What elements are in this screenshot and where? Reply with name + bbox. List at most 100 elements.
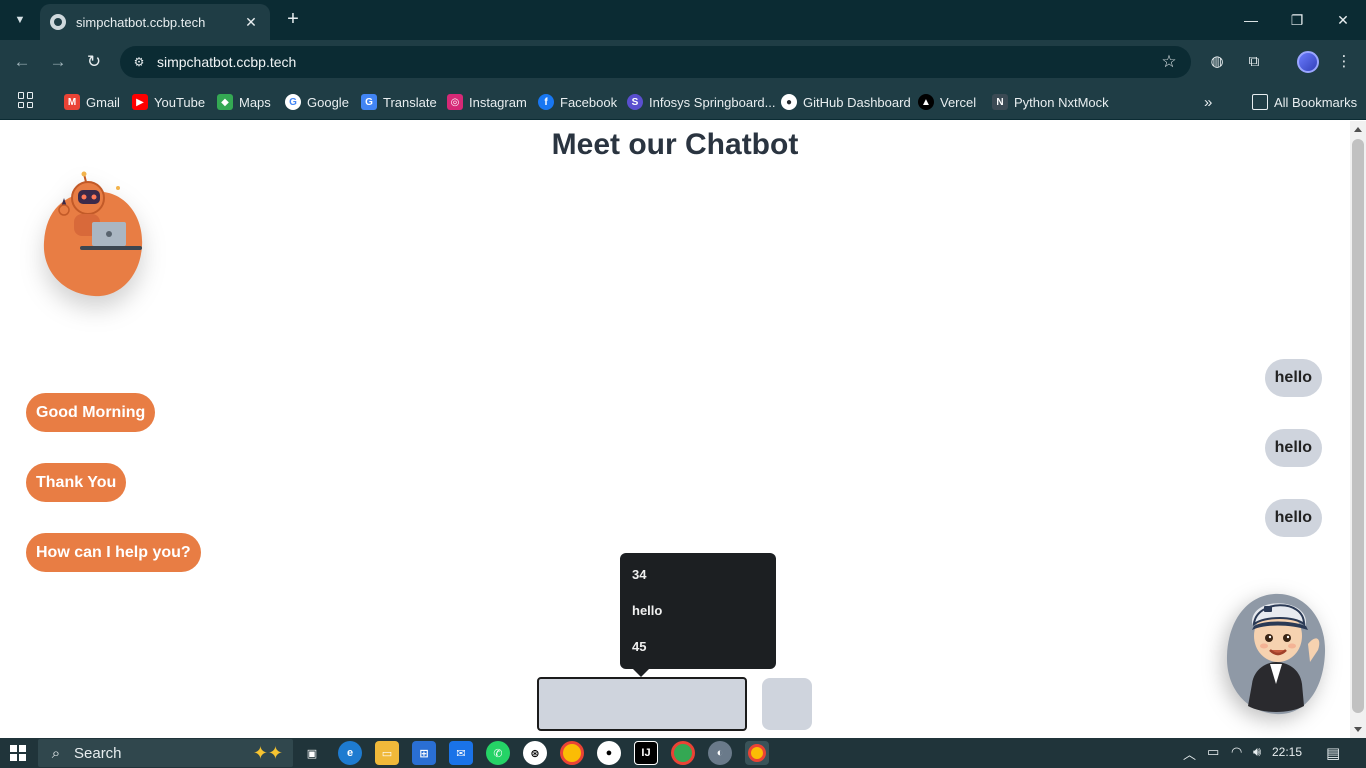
restore-icon[interactable]: ❐ xyxy=(1274,0,1320,40)
extensions-puzzle-icon[interactable]: ⧉ xyxy=(1243,51,1265,73)
whatsapp-icon[interactable]: ✆ xyxy=(486,741,510,765)
minimize-icon[interactable]: — xyxy=(1228,0,1274,40)
bookmark-label: Python NxtMock xyxy=(1014,94,1109,110)
all-bookmarks-label: All Bookmarks xyxy=(1274,94,1358,110)
bot-message: Thank You xyxy=(26,463,127,502)
bookmark-label: Facebook xyxy=(560,94,618,110)
menu-dots-icon[interactable]: ⋮ xyxy=(1333,51,1355,73)
all-bookmarks[interactable]: All Bookmarks xyxy=(1252,92,1357,112)
windows-start-icon[interactable] xyxy=(10,745,26,761)
scroll-up-arrow-icon[interactable] xyxy=(1354,127,1362,132)
bookmark-infosys[interactable]: S Infosys Springboard... xyxy=(627,92,775,112)
profile-avatar[interactable] xyxy=(1297,51,1319,73)
back-arrow-icon[interactable]: ← xyxy=(10,50,34,74)
bookmark-label: Gmail xyxy=(86,94,120,110)
send-button[interactable] xyxy=(762,678,812,730)
user-message: hello xyxy=(1264,499,1322,537)
bookmarks-bar: M Gmail ▶ YouTube ◆ Maps G Google G Tran… xyxy=(0,84,1366,120)
file-explorer-icon[interactable]: ▭ xyxy=(375,741,399,765)
bookmark-gmail[interactable]: M Gmail xyxy=(64,92,120,112)
bookmark-instagram[interactable]: ◎ Instagram xyxy=(447,92,527,112)
taskbar-search[interactable]: ⌕ Search ✦✦ xyxy=(38,739,293,767)
translate-icon: G xyxy=(361,94,377,110)
tray-chevron-icon[interactable]: ︿ xyxy=(1183,744,1196,763)
battery-icon[interactable]: ▭ xyxy=(1207,744,1219,760)
user-message: hello xyxy=(1264,359,1322,397)
windows-taskbar: ⌕ Search ✦✦ ▣ e ▭ ⊞ ✉ ✆ ⊛ ● IJ ◐ ︿ ▭ ◠ 🔊… xyxy=(0,738,1366,768)
search-icon: ⌕ xyxy=(51,744,61,762)
bookmark-vercel[interactable]: ▲ Vercel xyxy=(918,92,976,112)
apps-grid-icon[interactable] xyxy=(18,92,34,108)
infosys-springboard-icon: S xyxy=(627,94,643,110)
bookmark-label: Infosys Springboard... xyxy=(649,94,776,110)
edge-icon[interactable]: e xyxy=(338,741,362,765)
more-bookmarks-chevron-icon[interactable]: » xyxy=(1204,92,1212,112)
scroll-thumb[interactable] xyxy=(1352,139,1364,713)
user-message: hello xyxy=(1264,429,1322,467)
notifications-icon[interactable]: ▤ xyxy=(1326,744,1340,762)
tab-title: simpchatbot.ccbp.tech xyxy=(76,14,206,30)
bookmark-facebook[interactable]: f Facebook xyxy=(538,92,617,112)
chatbot-robot-avatar xyxy=(43,171,143,297)
task-view-icon[interactable]: ▣ xyxy=(300,741,324,765)
browser-tab[interactable]: simpchatbot.ccbp.tech ✕ xyxy=(40,4,270,40)
window-close-icon[interactable]: ✕ xyxy=(1320,0,1366,40)
nxtmock-icon: N xyxy=(992,94,1008,110)
autocomplete-dropdown: 34 hello 45 xyxy=(620,553,776,677)
bookmark-python-nxtmock[interactable]: N Python NxtMock xyxy=(992,92,1109,112)
chrome-profile-icon[interactable] xyxy=(671,741,695,765)
browser-toolbar: ← → ↻ ⚙ simpchatbot.ccbp.tech ☆ ◍ ⧉ ⋮ xyxy=(0,40,1366,84)
tab-search-chevron-icon[interactable]: ▼ xyxy=(8,8,32,32)
bookmark-youtube[interactable]: ▶ YouTube xyxy=(132,92,205,112)
bookmark-label: Vercel xyxy=(940,94,977,110)
google-icon: G xyxy=(285,94,301,110)
bookmark-github[interactable]: ● GitHub Dashboard xyxy=(781,92,911,112)
message-input[interactable] xyxy=(537,677,747,731)
taskbar-search-label: Search xyxy=(74,744,122,762)
chatgpt-icon[interactable]: ⊛ xyxy=(523,741,547,765)
bot-message: How can I help you? xyxy=(26,533,201,572)
close-tab-icon[interactable]: ✕ xyxy=(242,14,260,31)
intellij-icon[interactable]: IJ xyxy=(634,741,658,765)
reload-icon[interactable]: ↻ xyxy=(82,50,106,74)
site-info-icon[interactable]: ⚙ xyxy=(128,51,150,73)
forward-arrow-icon[interactable]: → xyxy=(46,50,70,74)
dropdown-pointer xyxy=(632,668,650,677)
facebook-icon: f xyxy=(538,94,554,110)
wifi-icon[interactable]: ◠ xyxy=(1231,744,1242,760)
site-favicon-icon xyxy=(50,14,66,30)
bookmark-maps[interactable]: ◆ Maps xyxy=(217,92,271,112)
github-desktop-icon[interactable]: ● xyxy=(597,741,621,765)
bookmark-label: Maps xyxy=(239,94,271,110)
user-boy-avatar xyxy=(1226,593,1326,715)
volume-icon[interactable]: 🔊︎ xyxy=(1253,744,1261,760)
globe-icon[interactable]: ◍ xyxy=(1206,51,1228,73)
bookmark-star-icon[interactable]: ☆ xyxy=(1157,52,1181,72)
tab-strip: ▼ simpchatbot.ccbp.tech ✕ + — ❐ ✕ xyxy=(0,0,1366,40)
vercel-icon: ▲ xyxy=(918,94,934,110)
bookmark-google[interactable]: G Google xyxy=(285,92,349,112)
github-icon: ● xyxy=(781,94,797,110)
new-tab-plus-icon[interactable]: + xyxy=(282,8,304,30)
bookmark-translate[interactable]: G Translate xyxy=(361,92,437,112)
bookmark-label: Translate xyxy=(383,94,437,110)
chrome-icon[interactable] xyxy=(560,741,584,765)
autocomplete-option[interactable]: 34 xyxy=(632,563,764,599)
url-text: simpchatbot.ccbp.tech xyxy=(157,54,297,70)
scroll-down-arrow-icon[interactable] xyxy=(1354,727,1362,732)
app-icon[interactable]: ◐ xyxy=(708,741,732,765)
page-scrollbar[interactable] xyxy=(1350,121,1366,738)
taskbar-clock[interactable]: 22:15 xyxy=(1272,745,1302,759)
microsoft-store-icon[interactable]: ⊞ xyxy=(412,741,436,765)
bookmark-label: GitHub Dashboard xyxy=(803,94,911,110)
bookmark-label: YouTube xyxy=(154,94,206,110)
folder-icon xyxy=(1252,94,1268,110)
autocomplete-option[interactable]: 45 xyxy=(632,635,764,671)
bot-message: Good Morning xyxy=(26,393,156,432)
address-bar[interactable]: ⚙ simpchatbot.ccbp.tech ☆ xyxy=(120,46,1191,78)
youtube-icon: ▶ xyxy=(132,94,148,110)
mail-icon[interactable]: ✉ xyxy=(449,741,473,765)
bookmark-label: Google xyxy=(307,94,349,110)
autocomplete-option[interactable]: hello xyxy=(632,599,764,635)
chrome-active-icon[interactable] xyxy=(745,741,769,765)
